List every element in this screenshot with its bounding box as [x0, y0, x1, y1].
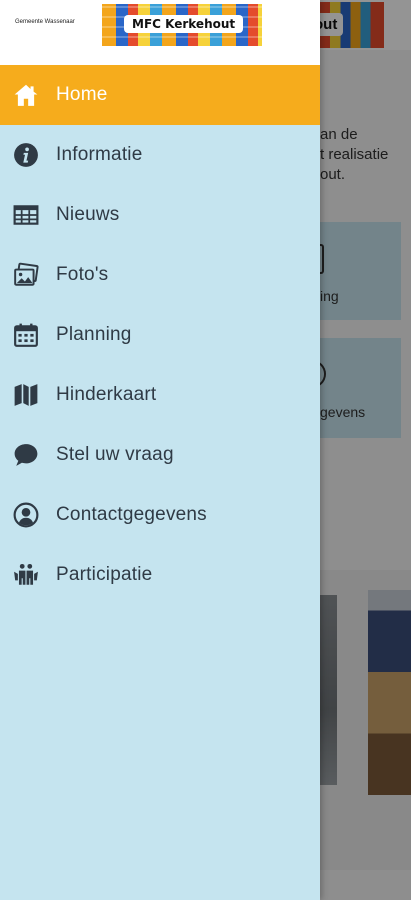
photos-icon: [12, 261, 40, 289]
map-icon: [12, 381, 40, 409]
municipality-logo: Gemeente Wassenaar: [15, 19, 75, 25]
menu-item-hinderkaart[interactable]: Hinderkaart: [0, 365, 320, 425]
menu-item-label: Foto's: [56, 264, 109, 285]
menu-item-participatie[interactable]: Participatie: [0, 545, 320, 605]
menu-item-fotos[interactable]: Foto's: [0, 245, 320, 305]
menu-item-planning[interactable]: Planning: [0, 305, 320, 365]
navigation-drawer: Gemeente Wassenaar MFC Kerkehout Home In…: [0, 0, 320, 900]
home-icon: [12, 81, 40, 109]
menu-item-informatie[interactable]: Informatie: [0, 125, 320, 185]
drawer-header: Gemeente Wassenaar MFC Kerkehout: [0, 0, 320, 65]
project-banner-title: MFC Kerkehout: [124, 15, 244, 33]
menu-item-label: Planning: [56, 324, 132, 345]
menu-item-label: Nieuws: [56, 204, 120, 225]
menu-item-label: Participatie: [56, 564, 153, 585]
menu-item-label: Stel uw vraag: [56, 444, 174, 465]
menu-item-contactgegevens[interactable]: Contactgegevens: [0, 485, 320, 545]
chat-icon: [12, 441, 40, 469]
project-banner: MFC Kerkehout: [102, 4, 262, 46]
menu-item-label: Hinderkaart: [56, 384, 157, 405]
contact-icon: [12, 501, 40, 529]
calendar-icon: [12, 321, 40, 349]
participation-icon: [12, 561, 40, 589]
news-icon: [12, 201, 40, 229]
drawer-menu: Home Informatie Nieuws Foto's Planning H…: [0, 65, 320, 605]
menu-item-stel-uw-vraag[interactable]: Stel uw vraag: [0, 425, 320, 485]
menu-item-nieuws[interactable]: Nieuws: [0, 185, 320, 245]
info-icon: [12, 141, 40, 169]
menu-item-label: Informatie: [56, 144, 143, 165]
menu-item-home[interactable]: Home: [0, 65, 320, 125]
menu-item-label: Contactgegevens: [56, 504, 207, 525]
menu-item-label: Home: [56, 84, 108, 105]
municipality-name: Gemeente Wassenaar: [15, 19, 75, 25]
